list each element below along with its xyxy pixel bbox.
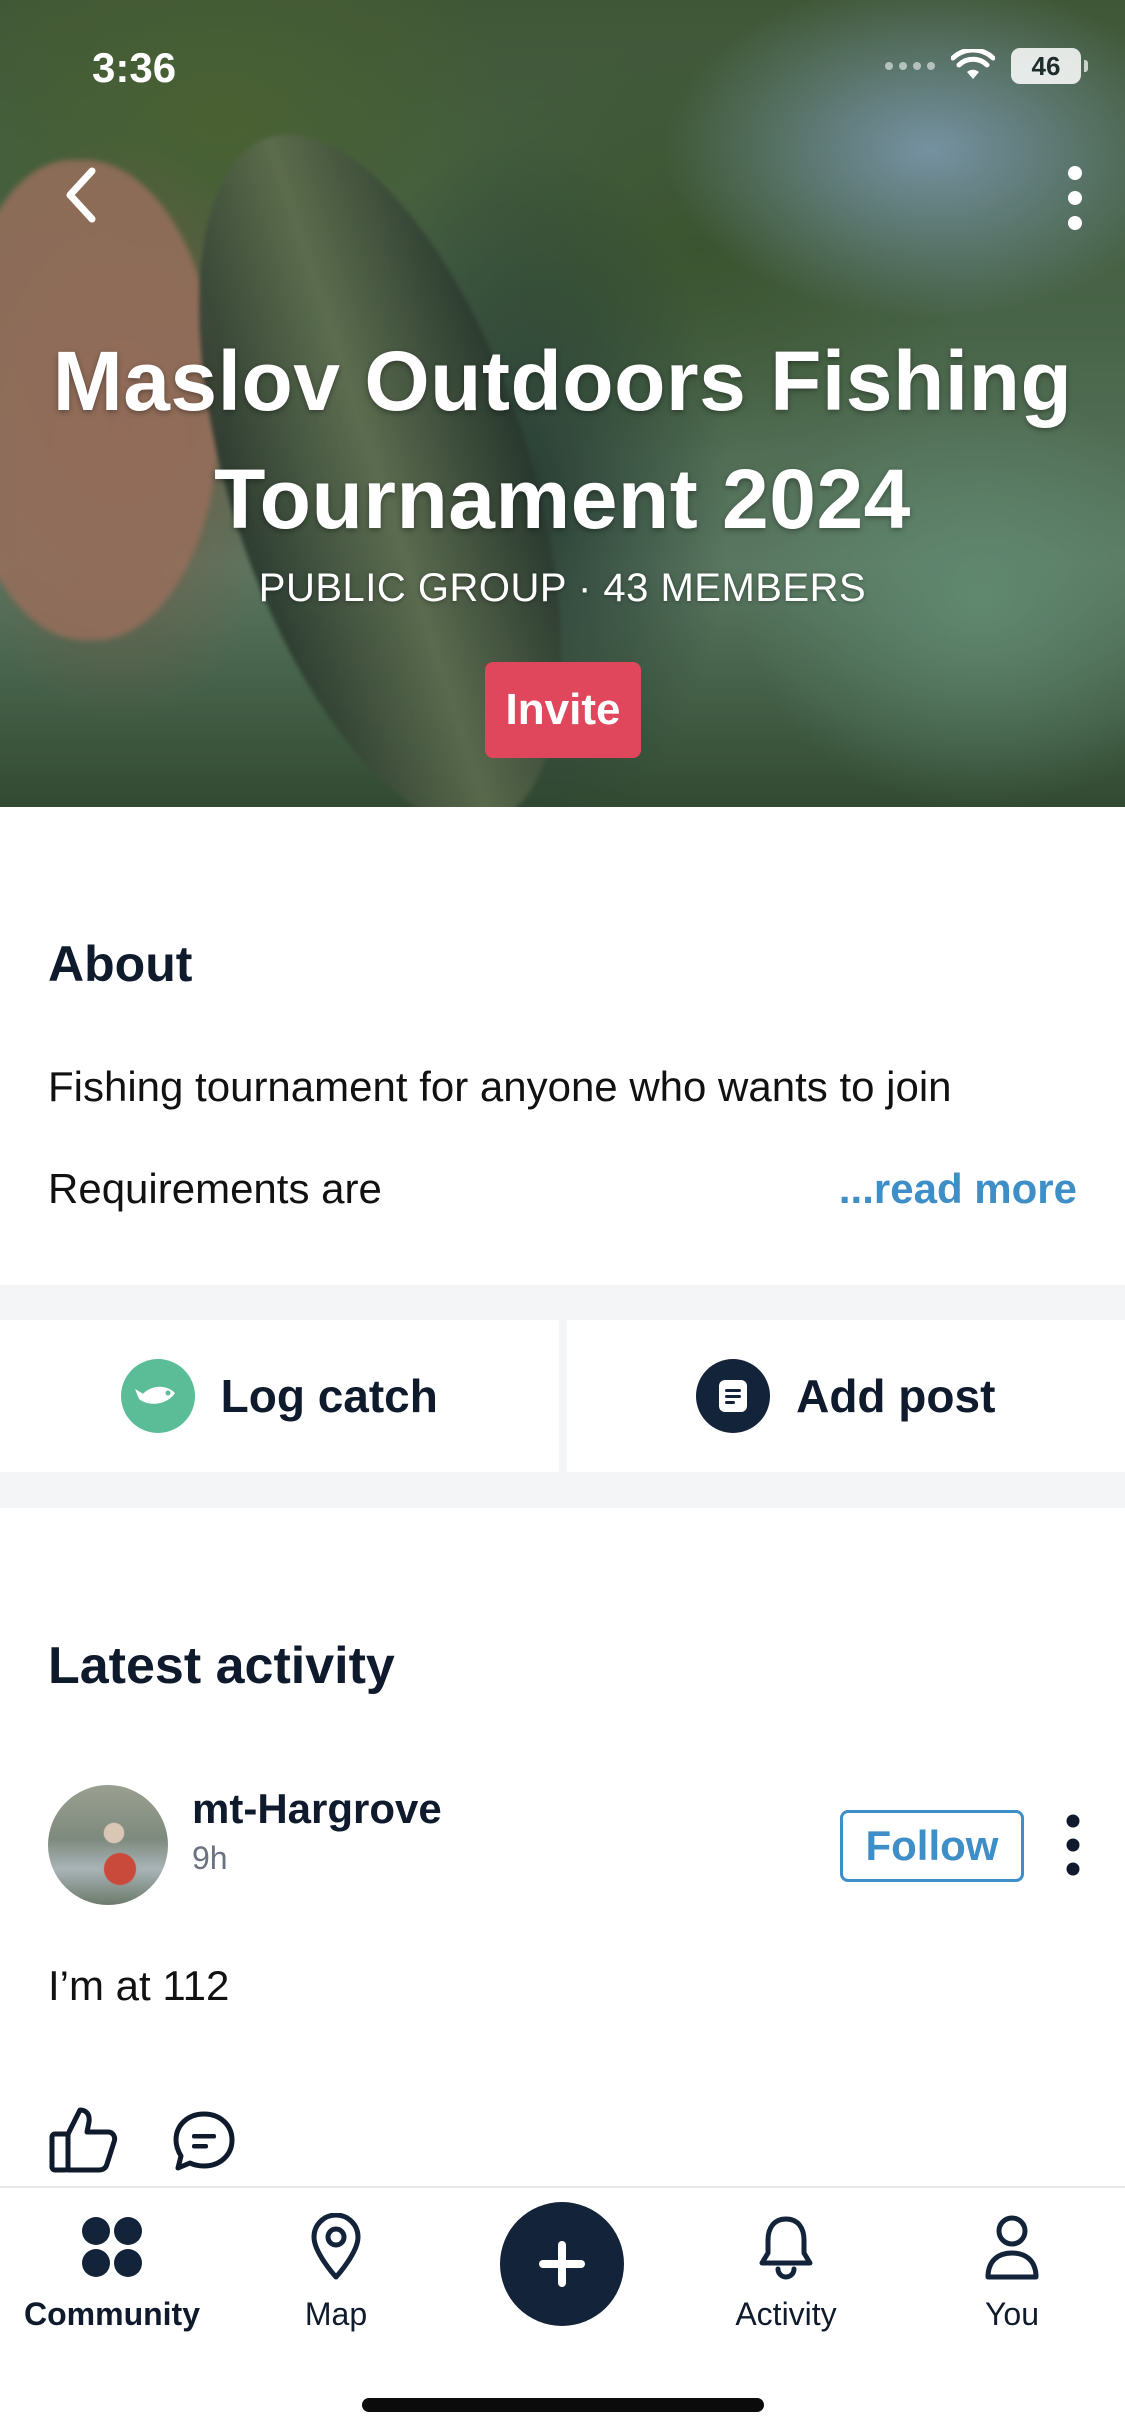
back-button[interactable] xyxy=(52,160,112,230)
plus-icon xyxy=(539,2241,585,2287)
tab-you[interactable]: You xyxy=(912,2212,1112,2333)
post-icon xyxy=(696,1359,771,1433)
more-vertical-icon xyxy=(1068,166,1082,230)
like-button[interactable] xyxy=(48,2104,118,2174)
tab-activity-label: Activity xyxy=(735,2296,837,2332)
chevron-left-icon xyxy=(66,167,96,223)
log-catch-label: Log catch xyxy=(220,1370,438,1422)
battery-icon: 46 xyxy=(1011,48,1088,84)
signal-icon xyxy=(885,62,935,70)
about-heading: About xyxy=(48,936,193,992)
log-catch-button[interactable]: Log catch xyxy=(0,1320,559,1472)
divider xyxy=(0,1472,1125,1508)
add-post-button[interactable]: Add post xyxy=(566,1320,1125,1472)
divider xyxy=(0,1285,1125,1320)
avatar[interactable] xyxy=(48,1785,168,1905)
comment-icon xyxy=(173,2111,235,2171)
invite-button[interactable]: Invite xyxy=(485,662,641,758)
post-timestamp: 9h xyxy=(192,1840,228,1876)
comment-button[interactable] xyxy=(172,2110,236,2174)
post-username[interactable]: mt-Hargrove xyxy=(192,1785,442,1833)
create-button[interactable] xyxy=(500,2202,624,2326)
about-section: About Fishing tournament for anyone who … xyxy=(0,807,1125,1285)
user-icon xyxy=(979,2212,1045,2282)
status-icons: 46 xyxy=(885,48,1088,84)
more-vertical-icon xyxy=(1066,1814,1080,1876)
home-indicator xyxy=(362,2398,764,2412)
action-row: Log catch Add post xyxy=(0,1320,1125,1472)
thumbs-up-icon xyxy=(49,2107,118,2173)
tab-map[interactable]: Map xyxy=(236,2212,436,2333)
map-pin-icon xyxy=(303,2212,369,2282)
tab-map-label: Map xyxy=(304,2296,368,2332)
tab-community[interactable]: Community xyxy=(12,2212,212,2333)
tab-you-label: You xyxy=(985,2296,1039,2332)
status-time: 3:36 xyxy=(92,44,177,91)
add-post-label: Add post xyxy=(796,1370,996,1422)
latest-activity-heading: Latest activity xyxy=(48,1637,395,1695)
read-more-link[interactable]: ...read more xyxy=(839,1165,1077,1213)
about-description-line2: Requirements are xyxy=(48,1165,382,1212)
post-text: I’m at 112 xyxy=(48,1962,230,2009)
group-meta: PUBLIC GROUP · 43 MEMBERS xyxy=(258,566,867,610)
tab-community-label: Community xyxy=(24,2296,200,2332)
group-options-button[interactable] xyxy=(1045,160,1105,236)
post-options-button[interactable] xyxy=(1050,1810,1096,1880)
wifi-icon xyxy=(951,49,995,79)
fish-icon xyxy=(120,1359,195,1433)
tab-activity[interactable]: Activity xyxy=(686,2212,886,2333)
follow-button[interactable]: Follow xyxy=(840,1810,1024,1882)
group-title: Maslov Outdoors Fishing Tournament 2024 xyxy=(52,334,1073,546)
bell-icon xyxy=(753,2212,819,2282)
community-icon xyxy=(79,2212,145,2282)
about-description-line1: Fishing tournament for anyone who wants … xyxy=(48,1063,952,1110)
